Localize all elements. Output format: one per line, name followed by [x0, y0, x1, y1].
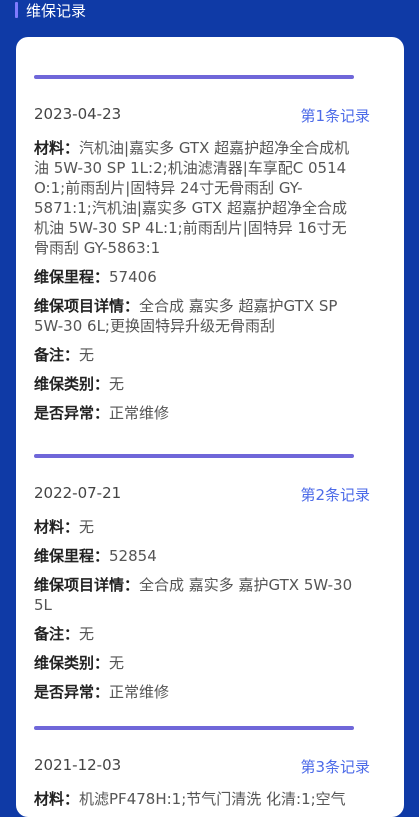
remark-label: 备注： [34, 346, 80, 364]
record-item: 2023-04-23 第1条记录 材料：汽机油|嘉实多 GTX 超嘉护超净全合成… [34, 75, 370, 423]
record-item: 2022-07-21 第2条记录 材料：无 维保里程：52854 维保项目详情：… [34, 454, 370, 702]
record-date: 2021-12-03 [34, 756, 122, 774]
header-bar: 维保记录 [0, 0, 419, 30]
record-number-link[interactable]: 第3条记录 [300, 756, 370, 777]
mileage-value: 57406 [109, 268, 157, 286]
record-date: 2023-04-23 [34, 105, 122, 123]
record-divider [34, 75, 354, 79]
category-value: 无 [109, 654, 125, 672]
record-mileage: 维保里程：57406 [34, 267, 354, 287]
record-date: 2022-07-21 [34, 484, 122, 502]
abnormal-value: 正常维修 [109, 404, 170, 422]
record-divider [34, 454, 354, 458]
record-detail: 维保项目详情：全合成 嘉实多 超嘉护GTX SP 5W-30 6L;更换固特异升… [34, 296, 354, 336]
detail-label: 维保项目详情： [34, 576, 140, 594]
abnormal-label: 是否异常： [34, 683, 110, 701]
abnormal-value: 正常维修 [109, 683, 170, 701]
record-category: 维保类别：无 [34, 653, 354, 673]
record-abnormal: 是否异常：正常维修 [34, 403, 354, 423]
record-material: 材料：机滤PF478H:1;节气门清洗 化清:1;空气 [34, 789, 354, 809]
material-value: 机滤PF478H:1;节气门清洗 化清:1;空气 [79, 790, 346, 808]
category-value: 无 [109, 375, 125, 393]
material-label: 材料： [34, 518, 80, 536]
record-divider [34, 726, 354, 730]
material-label: 材料： [34, 139, 80, 157]
record-material: 材料：汽机油|嘉实多 GTX 超嘉护超净全合成机油 5W-30 SP 1L:2;… [34, 138, 354, 258]
record-mileage: 维保里程：52854 [34, 546, 354, 566]
record-material: 材料：无 [34, 517, 354, 537]
page-title: 维保记录 [26, 2, 87, 20]
detail-label: 维保项目详情： [34, 297, 140, 315]
record-category: 维保类别：无 [34, 374, 354, 394]
mileage-label: 维保里程： [34, 268, 110, 286]
mileage-value: 52854 [109, 547, 157, 565]
remark-label: 备注： [34, 625, 80, 643]
material-label: 材料： [34, 790, 80, 808]
abnormal-label: 是否异常： [34, 404, 110, 422]
category-label: 维保类别： [34, 654, 110, 672]
record-number-link[interactable]: 第2条记录 [300, 484, 370, 505]
category-label: 维保类别： [34, 375, 110, 393]
record-abnormal: 是否异常：正常维修 [34, 682, 354, 702]
material-value: 汽机油|嘉实多 GTX 超嘉护超净全合成机油 5W-30 SP 1L:2;机油滤… [34, 139, 350, 257]
remark-value: 无 [79, 346, 95, 364]
record-number-link[interactable]: 第1条记录 [300, 105, 370, 126]
record-remark: 备注：无 [34, 624, 354, 644]
record-detail: 维保项目详情：全合成 嘉实多 嘉护GTX 5W-30 5L [34, 575, 354, 615]
mileage-label: 维保里程： [34, 547, 110, 565]
title-accent-bar [15, 2, 18, 18]
material-value: 无 [79, 518, 95, 536]
record-remark: 备注：无 [34, 345, 354, 365]
remark-value: 无 [79, 625, 95, 643]
